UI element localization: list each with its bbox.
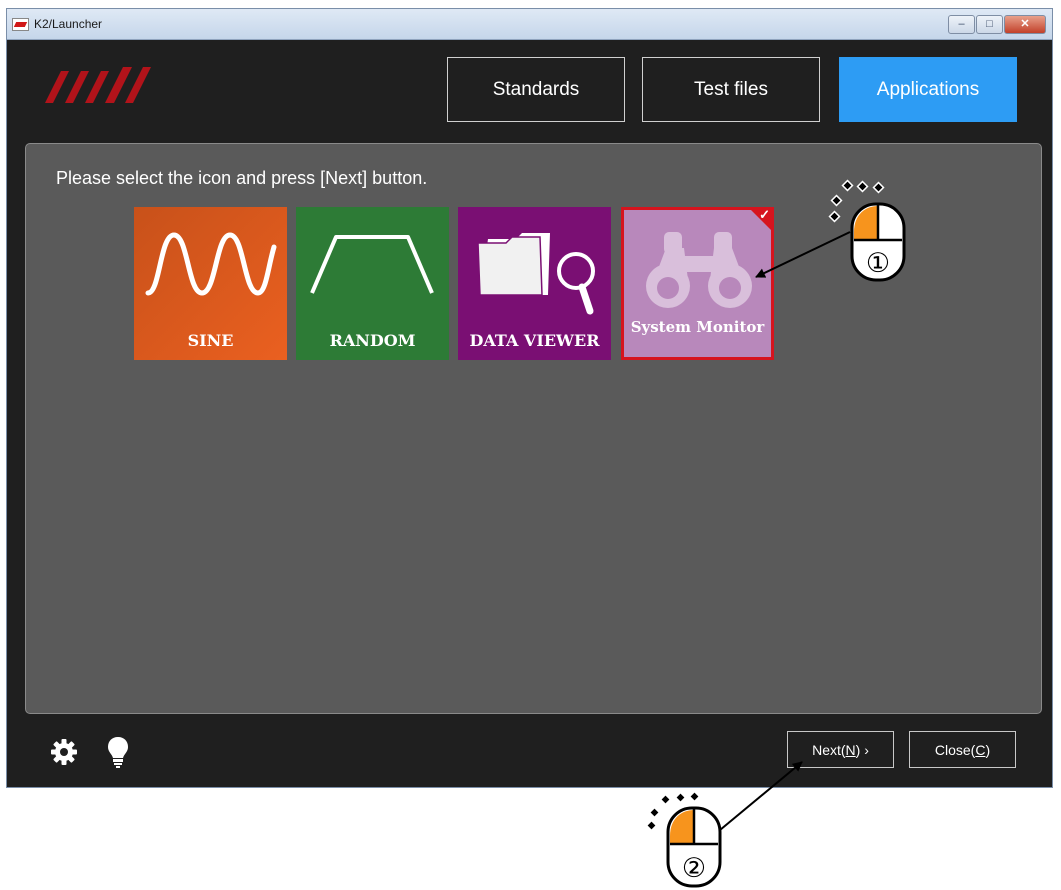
annotation-label-1: ① [866,248,890,279]
mouse-click-icon-1: ① [828,179,906,282]
annotation-label-2: ② [682,853,706,884]
mouse-click-icon-2: ② [645,790,722,888]
annotation-overlay: ① ② [645,179,906,888]
arrow-to-next-button [719,761,803,831]
arrow-to-system-monitor [755,231,851,278]
